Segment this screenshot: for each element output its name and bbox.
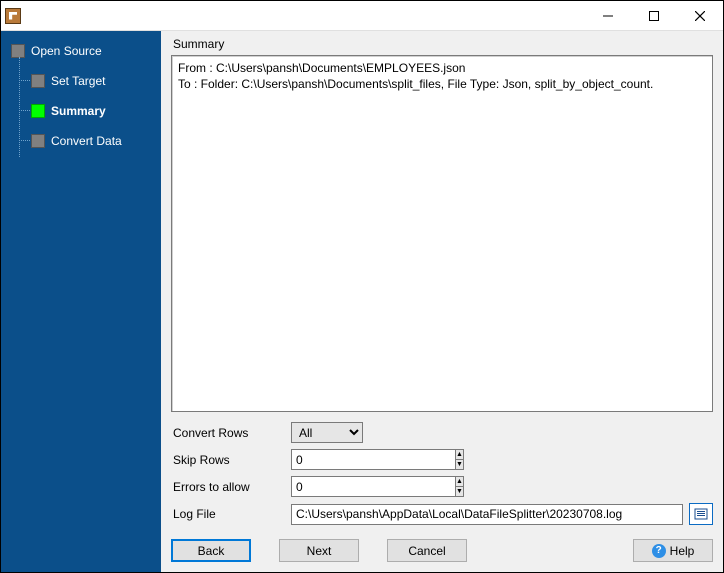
convert-rows-label: Convert Rows xyxy=(171,426,291,440)
sidebar-item-label: Open Source xyxy=(31,44,102,58)
window-controls xyxy=(585,1,723,30)
back-button[interactable]: Back xyxy=(171,539,251,562)
browse-log-button[interactable] xyxy=(689,503,713,525)
app-icon xyxy=(5,8,21,24)
log-file-input[interactable] xyxy=(291,504,683,525)
wizard-buttons: Back Next Cancel ? Help xyxy=(171,539,713,562)
sidebar-item-open-source[interactable]: Open Source xyxy=(1,39,161,63)
step-box-icon xyxy=(31,134,45,148)
sidebar-item-label: Convert Data xyxy=(51,134,122,148)
convert-rows-select[interactable]: All xyxy=(291,422,363,443)
errors-input[interactable] xyxy=(291,476,455,497)
sidebar-item-convert-data[interactable]: Convert Data xyxy=(1,129,161,153)
folder-icon xyxy=(694,507,708,521)
step-box-icon xyxy=(31,104,45,118)
sidebar-item-set-target[interactable]: Set Target xyxy=(1,69,161,93)
skip-rows-down[interactable]: ▼ xyxy=(455,459,464,470)
minimize-button[interactable] xyxy=(585,1,631,30)
help-button[interactable]: ? Help xyxy=(633,539,713,562)
errors-label: Errors to allow xyxy=(171,480,291,494)
content-pane: Summary From : C:\Users\pansh\Documents\… xyxy=(161,31,723,572)
errors-down[interactable]: ▼ xyxy=(455,486,464,497)
close-button[interactable] xyxy=(677,1,723,30)
skip-rows-up[interactable]: ▲ xyxy=(455,449,464,459)
log-file-label: Log File xyxy=(171,507,291,521)
sidebar-item-summary[interactable]: Summary xyxy=(1,99,161,123)
step-box-icon xyxy=(11,44,25,58)
summary-heading: Summary xyxy=(173,37,713,51)
maximize-button[interactable] xyxy=(631,1,677,30)
errors-up[interactable]: ▲ xyxy=(455,476,464,486)
title-bar xyxy=(1,1,723,31)
skip-rows-input[interactable] xyxy=(291,449,455,470)
sidebar-item-label: Summary xyxy=(51,104,106,118)
cancel-button[interactable]: Cancel xyxy=(387,539,467,562)
sidebar-item-label: Set Target xyxy=(51,74,105,88)
summary-text[interactable]: From : C:\Users\pansh\Documents\EMPLOYEE… xyxy=(171,55,713,412)
help-icon: ? xyxy=(652,544,666,558)
step-box-icon xyxy=(31,74,45,88)
next-button[interactable]: Next xyxy=(279,539,359,562)
wizard-sidebar: Open Source Set Target Summary Convert D… xyxy=(1,31,161,572)
skip-rows-label: Skip Rows xyxy=(171,453,291,467)
